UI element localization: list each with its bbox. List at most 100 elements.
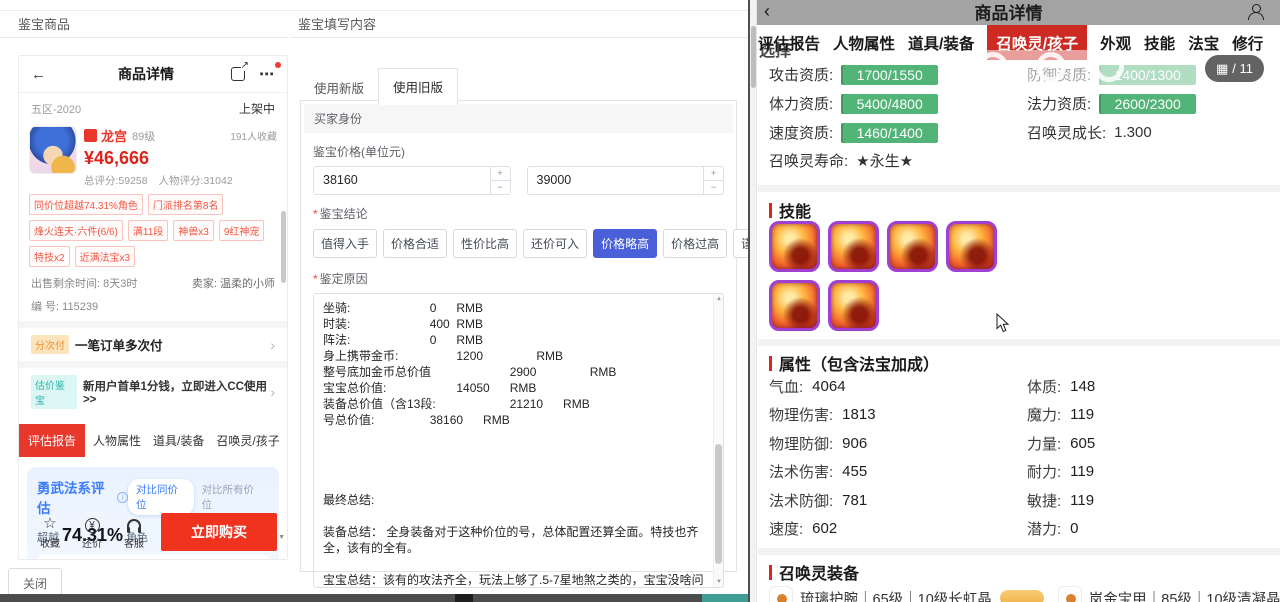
detail-tab[interactable]: 法宝 <box>1188 32 1219 54</box>
attribute-grid: 气血: 4064 体质: 148 物理伤害: 1813 魔力: 119 物理防御… <box>758 372 1274 543</box>
mobile-page-title: 商品详情 <box>974 3 1043 23</box>
divider-band <box>758 548 1280 555</box>
conclusion-option-button[interactable]: 还价可入 <box>523 229 588 258</box>
detail-tab[interactable]: 人物属性 <box>833 32 895 54</box>
reason-textarea[interactable]: 坐骑: 0 RMB 时装: 400 RMB 阵法: 0 RMB 身上携带金币: … <box>313 293 724 588</box>
buyer-identity-section[interactable]: 买家身份 <box>304 104 733 133</box>
report-tab[interactable]: 评估报告 <box>19 424 86 457</box>
feature-tags: 同价位超越74.31%角色 门派排名第8名 烽火连天·六件(6/6) 满11段 神兽x3… <box>19 188 287 267</box>
game-badge-icon <box>84 129 97 142</box>
share-icon[interactable]: ↗ <box>231 61 249 81</box>
textarea-scrollbar[interactable]: ▲ ▼ <box>713 294 723 587</box>
number-spinner[interactable]: + − <box>489 167 510 194</box>
spinner-down-icon[interactable]: − <box>704 181 723 194</box>
product-summary[interactable]: 龙宫 89级 191人收藏 ¥46,666 总评分:59258 人物评分:310… <box>19 122 287 188</box>
skill-icon[interactable] <box>828 221 879 272</box>
price: ¥46,666 <box>84 148 150 168</box>
equipment-section-header: 召唤灵装备 <box>769 560 859 584</box>
conclusion-option-button[interactable]: 价格合适 <box>383 229 448 258</box>
skill-icon[interactable] <box>887 221 938 272</box>
equipment-item[interactable]: 琉璃护腕｜65级｜10级长虹晶 <box>769 586 1044 602</box>
middle-panel-title: 鉴宝填写内容 <box>298 17 377 32</box>
skill-icon[interactable] <box>769 221 820 272</box>
summon-detail-panel: ‹ 商品详情 评估报告 人物属性 道具/装备 召唤灵/孩子 外观 技能 法宝 修行 选择 攻击… <box>748 0 1280 602</box>
detail-tab[interactable]: 技能 <box>1144 32 1175 54</box>
skill-icon[interactable] <box>828 280 879 331</box>
character-level: 89级 <box>132 130 156 143</box>
server-label: 五区-2020 <box>31 103 82 116</box>
report-tab[interactable]: 人物属性 <box>87 424 147 457</box>
number-spinner[interactable]: + − <box>703 167 723 194</box>
screenshot-root: 鉴宝商品 ← 商品详情 ↗ ⋯ ▼ 五区-2020 上架中 龙宫 89级 191… <box>0 0 1280 602</box>
photo-count: / 11 <box>1232 61 1253 76</box>
action-bar: ☆ 收藏 ¥ 还价 客服 立即购买 <box>19 513 287 551</box>
spinner-up-icon[interactable]: + <box>704 167 723 181</box>
report-tab[interactable]: 外观 <box>286 424 287 457</box>
equipment-icon <box>769 586 793 602</box>
left-panel-title: 鉴宝商品 <box>18 17 71 32</box>
report-tab[interactable]: 召唤灵/孩子 <box>210 424 285 457</box>
feature-tag: 满11段 <box>127 220 169 241</box>
product-detail-card: ← 商品详情 ↗ ⋯ ▼ 五区-2020 上架中 龙宫 89级 191人收藏 ¥… <box>18 55 288 560</box>
chevron-right-icon: › <box>270 384 275 400</box>
back-icon[interactable]: ← <box>31 66 61 83</box>
scroll-up-icon[interactable]: ▲ <box>714 296 723 302</box>
more-icon[interactable]: ⋯ <box>259 62 281 83</box>
feature-tag: 门派排名第8名 <box>147 194 224 215</box>
skill-icon[interactable] <box>769 280 820 331</box>
favorite-button[interactable]: ☆ 收藏 <box>29 515 71 550</box>
profile-icon[interactable] <box>1247 3 1264 20</box>
detail-tab[interactable]: 修行 <box>1232 32 1263 54</box>
detail-tab[interactable]: 评估报告 <box>758 32 820 54</box>
sale-time-remaining: 出售剩余时间: 8天3时 <box>31 278 138 290</box>
appraisal-price-input-2[interactable]: 39000 + − <box>526 166 724 195</box>
buy-now-button[interactable]: 立即购买 <box>161 513 277 551</box>
promo-row[interactable]: 估价鉴宝 新用户首单1分钱，立即进入CC使用>> › <box>19 368 287 416</box>
equipment-icon <box>1057 586 1082 602</box>
video-timeline-bar[interactable] <box>0 594 748 602</box>
appraisal-form-panel: 鉴宝填写内容 使用新版 使用旧版 买家身份 鉴宝价格(单位元) 38160 + −… <box>290 0 798 602</box>
skill-icon[interactable] <box>946 221 997 272</box>
customer-service-button[interactable]: 客服 <box>113 515 155 550</box>
spinner-up-icon[interactable]: + <box>490 167 510 181</box>
photo-count-badge[interactable]: ▦ / 11 <box>1204 55 1264 82</box>
skill-icons <box>769 221 1001 331</box>
lifespan-value: ★永生★ <box>856 153 914 170</box>
right-panel-scrollbar-thumb[interactable] <box>751 26 756 88</box>
appraisal-price-input-1[interactable]: 38160 + − <box>313 166 511 195</box>
attribute-row: 力量: 605 <box>1027 434 1096 453</box>
detail-tab[interactable]: 外观 <box>1100 32 1131 54</box>
section-accent-bar <box>769 564 772 580</box>
detail-tab[interactable]: 召唤灵/孩子 <box>987 25 1088 60</box>
grid-icon: ▦ <box>1215 60 1229 76</box>
bargain-button[interactable]: ¥ 还价 <box>71 515 113 550</box>
total-score: 总评分:59258 <box>84 175 148 187</box>
section-accent-bar <box>769 202 772 218</box>
detail-tab[interactable]: 道具/装备 <box>908 32 974 54</box>
divider-band <box>19 321 287 328</box>
spinner-down-icon[interactable]: − <box>491 181 510 194</box>
compare-toggle-option[interactable]: 对比所有价位 <box>194 479 269 515</box>
version-tab[interactable]: 使用旧版 <box>378 68 459 105</box>
card-scrollbar-thumb[interactable] <box>281 211 286 283</box>
page-title: 商品详情 <box>118 66 174 82</box>
conclusion-option-button[interactable]: 价格略高 <box>593 229 658 258</box>
compare-toggle-option[interactable]: 对比同价位 <box>128 479 194 515</box>
appraisal-product-panel: 鉴宝商品 ← 商品详情 ↗ ⋯ ▼ 五区-2020 上架中 龙宫 89级 191… <box>0 0 748 602</box>
headset-icon <box>127 518 141 533</box>
conclusion-option-button[interactable]: 性价比高 <box>453 229 518 258</box>
report-tab[interactable]: 道具/装备 <box>147 424 210 457</box>
feature-tag: 同价位超越74.31%角色 <box>29 194 143 215</box>
listing-meta-row: 五区-2020 上架中 <box>19 93 287 122</box>
scroll-down-icon[interactable]: ▼ <box>714 579 723 585</box>
price-label: 鉴宝价格(单位元) <box>313 145 405 159</box>
equipment-item[interactable]: 岚金宝甲｜85级｜10级清凝晶 <box>1057 586 1280 602</box>
right-panel-scrollbar[interactable] <box>750 0 757 602</box>
installment-row[interactable]: 分次付 一笔订单多次付 › <box>19 328 287 361</box>
conclusion-option-button[interactable]: 价格过高 <box>663 229 728 258</box>
skills-section-header: 技能 <box>769 198 811 222</box>
detail-tabs: 评估报告 人物属性 道具/装备 召唤灵/孩子 外观 技能 法宝 修行 <box>758 25 1278 60</box>
conclusion-option-button[interactable]: 值得入手 <box>313 229 378 258</box>
textarea-scrollbar-thumb[interactable] <box>715 444 722 564</box>
info-icon[interactable]: i <box>117 491 129 503</box>
